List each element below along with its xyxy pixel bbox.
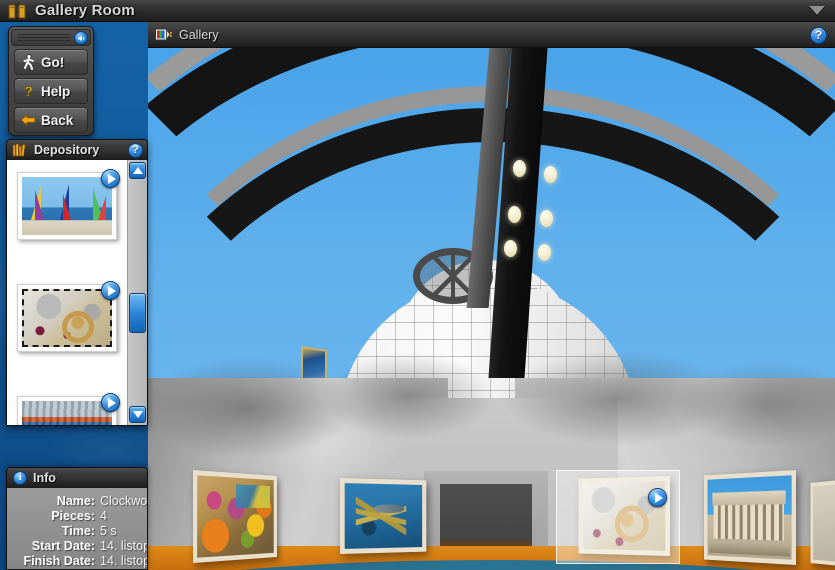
picture-icon	[155, 28, 172, 42]
ceiling-lamp	[540, 210, 553, 227]
triangle-down-icon[interactable]	[129, 406, 146, 423]
depository-panel: Depository ?	[6, 139, 148, 426]
back-button[interactable]: Back	[14, 107, 88, 133]
depository-title: Depository	[34, 143, 99, 157]
list-item[interactable]	[17, 172, 117, 240]
painting-placement-highlight	[556, 470, 680, 564]
ceiling-lamp	[508, 206, 521, 223]
chevron-down-icon[interactable]	[809, 6, 825, 15]
thumbnail-sailboats	[22, 177, 112, 235]
info-value: 14. listop	[100, 554, 148, 568]
go-button[interactable]: Go!	[14, 49, 88, 75]
window-title-bar: Gallery Room	[0, 0, 835, 22]
play-icon[interactable]	[101, 281, 120, 300]
ceiling-lamp	[513, 160, 526, 177]
page-title: Gallery Room	[35, 2, 135, 19]
depository-help-button[interactable]: ?	[128, 143, 143, 158]
gallery-title: Gallery	[179, 28, 219, 42]
info-header: i Info	[6, 467, 148, 488]
scrollbar-thumb[interactable]	[129, 293, 146, 333]
speaker-icon[interactable]	[74, 31, 88, 45]
depository-thumbnail-list[interactable]	[7, 160, 127, 425]
ceiling-lamp	[538, 244, 551, 261]
thumbnail-clockwork	[22, 289, 112, 347]
books-shelf-icon	[12, 143, 28, 157]
ceiling-lamp	[504, 240, 517, 257]
ceiling-lamp	[544, 166, 557, 183]
drag-grip-icon	[18, 32, 70, 43]
back-button-label: Back	[41, 113, 73, 128]
info-row-name: Name: Clockwork	[7, 494, 147, 509]
depository-header: Depository ?	[6, 139, 148, 160]
painting-greek-temple[interactable]	[704, 470, 796, 565]
gallery-header: Gallery ?	[148, 22, 835, 48]
info-label: Start Date:	[7, 539, 95, 553]
go-button-label: Go!	[41, 55, 64, 70]
list-item[interactable]	[17, 396, 117, 425]
triangle-up-icon[interactable]	[129, 162, 146, 179]
gallery-help-button[interactable]: ?	[810, 27, 827, 44]
info-label: Finish Date:	[7, 554, 95, 568]
arrow-left-icon	[19, 111, 37, 129]
info-row-start-date: Start Date: 14. listopa	[7, 539, 147, 554]
painting-underwater-kelp[interactable]	[340, 478, 426, 554]
info-title: Info	[33, 471, 56, 485]
gallery-window: Gallery ?	[148, 22, 835, 570]
play-icon[interactable]	[101, 393, 120, 412]
play-icon[interactable]	[648, 488, 667, 507]
info-label: Time:	[7, 524, 95, 538]
info-body: Name: Clockwork Pieces: 4 Time: 5 s Star…	[6, 488, 148, 570]
info-label: Name:	[7, 494, 95, 508]
gallery-3d-viewport[interactable]	[148, 48, 835, 570]
help-button[interactable]: ? Help	[14, 78, 88, 104]
books-icon	[8, 3, 26, 19]
info-panel: i Info Name: Clockwork Pieces: 4 Time: 5…	[6, 467, 148, 570]
painting-harvest-pumpkins[interactable]	[193, 470, 277, 563]
thumbnail-boats	[22, 401, 112, 425]
info-value: 4	[100, 509, 107, 523]
walking-person-icon	[19, 53, 37, 71]
play-icon[interactable]	[101, 169, 120, 188]
question-mark-icon: ?	[19, 82, 37, 100]
toolbar-drag-grip[interactable]	[11, 29, 91, 46]
help-button-label: Help	[41, 84, 70, 99]
navigation-toolbar: Go! ? Help Back	[8, 26, 94, 136]
info-value: 5 s	[100, 524, 117, 538]
info-row-pieces: Pieces: 4	[7, 509, 147, 524]
info-icon: i	[13, 471, 27, 485]
svg-text:?: ?	[24, 83, 33, 99]
info-row-time: Time: 5 s	[7, 524, 147, 539]
depository-scrollbar[interactable]	[127, 160, 147, 425]
info-value: Clockwork	[100, 494, 148, 508]
painting-edge-frame[interactable]	[811, 480, 835, 566]
depository-body	[6, 160, 148, 426]
list-item[interactable]	[17, 284, 117, 352]
info-label: Pieces:	[7, 509, 95, 523]
info-value: 14. listopa	[100, 539, 148, 553]
info-row-finish-date: Finish Date: 14. listop	[7, 554, 147, 569]
